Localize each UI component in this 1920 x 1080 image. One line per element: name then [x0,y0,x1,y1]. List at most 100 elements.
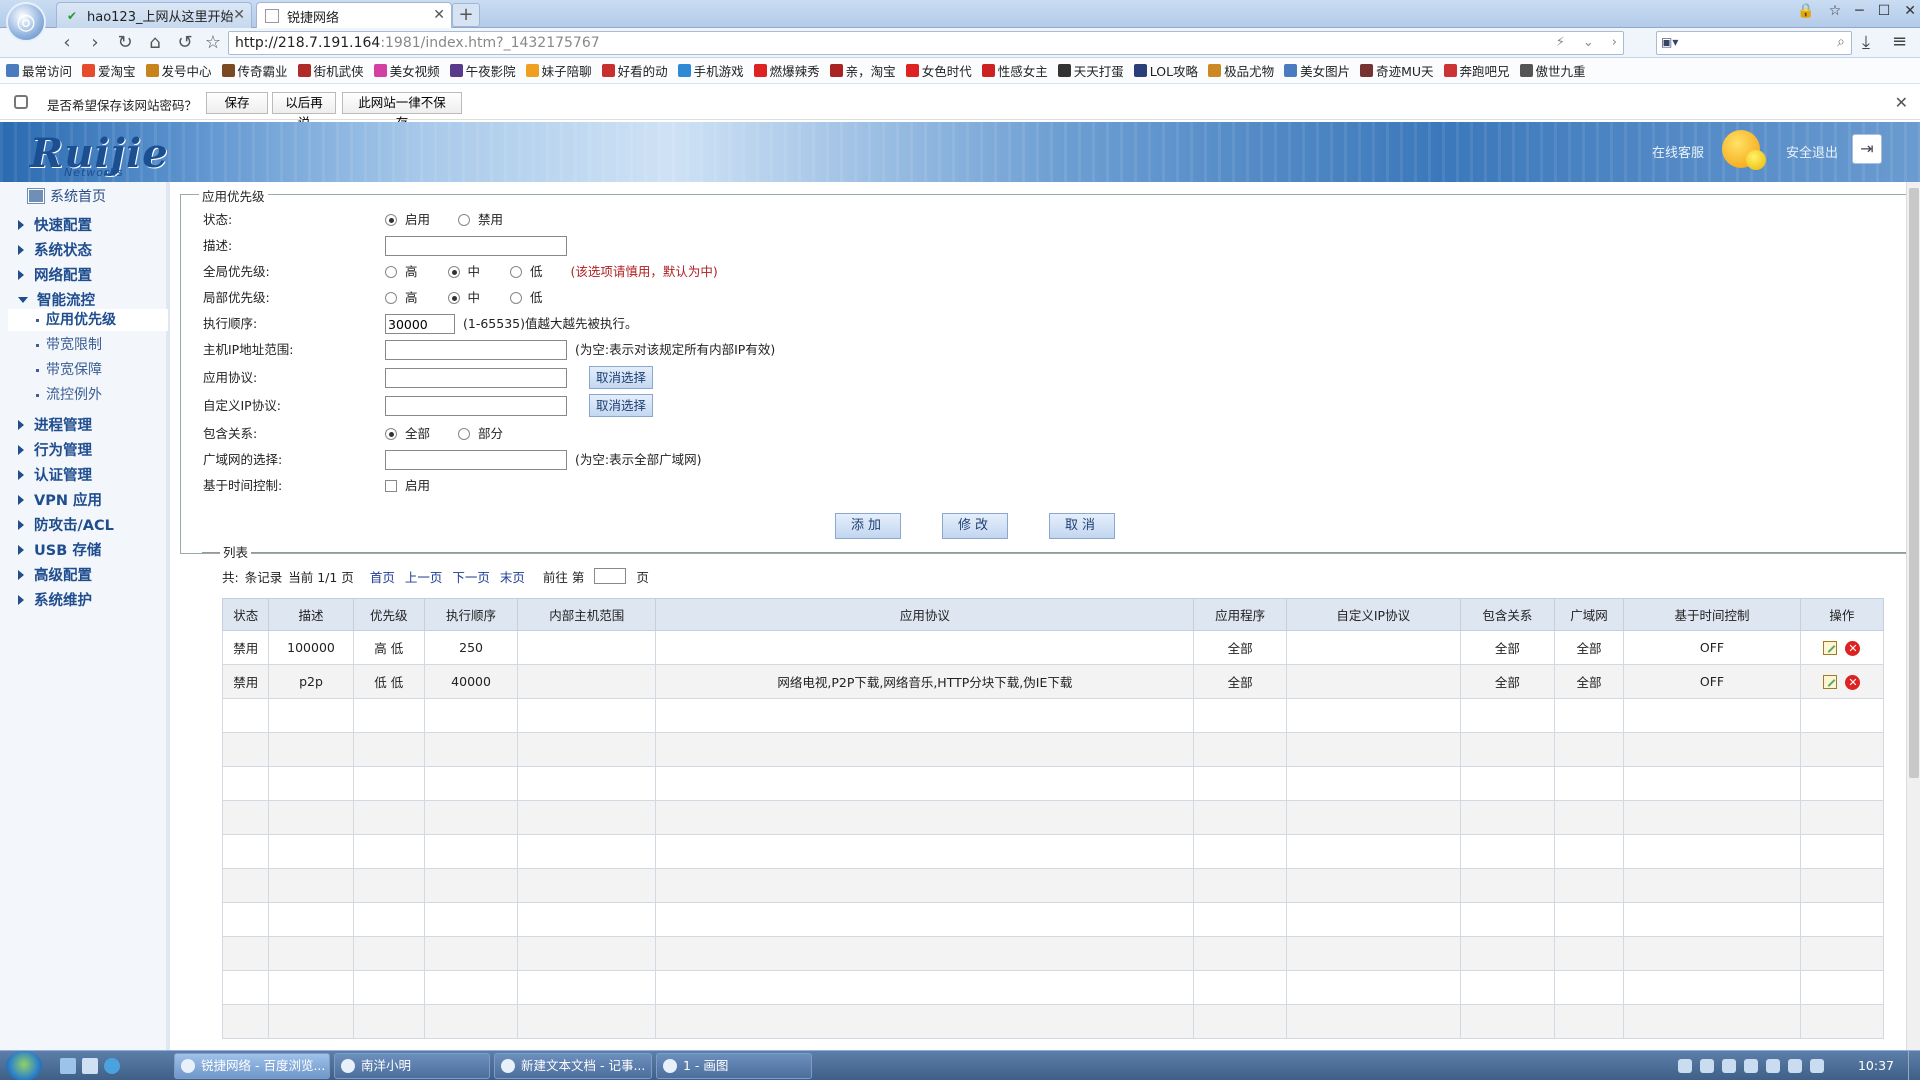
bookmark-item[interactable]: 美女图片 [1284,61,1350,80]
column-header[interactable]: 包含关系 [1459,598,1555,631]
lightning-icon[interactable]: ⚡ [1556,32,1565,54]
bookmark-item[interactable]: 妹子陪聊 [525,61,592,80]
bookmark-item[interactable]: LOL攻略 [1133,61,1198,80]
bookmark-item[interactable]: 奔跑吧兄 [1443,61,1510,80]
bookmark-item[interactable]: 街机武侠 [297,61,364,80]
task-notepad[interactable]: 新建文本文档 - 记事... [494,1053,652,1079]
never-save-button[interactable]: 此网站一律不保存 [342,92,462,130]
pager-first-link[interactable]: 首页 [370,567,395,586]
back-icon[interactable]: ‹ [56,32,78,54]
refresh-icon[interactable]: ↻ [114,32,136,54]
bookmark-item[interactable]: 亲，淘宝 [829,61,896,80]
bookmark-item[interactable]: 燃爆辣秀 [753,61,820,80]
sidebar-subitem-bandwidth-guarantee[interactable]: 带宽保障 [8,359,168,381]
sidebar-home[interactable]: 系统首页 [28,186,106,206]
safe-exit-link[interactable]: 安全退出 [1786,142,1838,161]
add-button[interactable]: 添加 [835,513,901,539]
browser-logo-icon[interactable]: ◎ [6,2,46,42]
bookmark-star-icon[interactable]: ☆ [202,32,224,54]
volume-icon[interactable] [1788,1059,1802,1073]
edit-icon[interactable] [1823,675,1838,689]
security-icon[interactable] [1766,1059,1780,1073]
delete-icon[interactable]: ✕ [1845,674,1861,690]
vertical-scrollbar[interactable] [1906,182,1920,1050]
close-window-icon[interactable]: ✕ [1904,3,1916,19]
smiley-icon[interactable] [1722,130,1766,170]
sidebar-subitem-app-priority[interactable]: 应用优先级 [8,309,168,331]
delete-icon[interactable]: ✕ [1845,640,1861,656]
status-enable-radio[interactable] [385,214,397,226]
sidebar-item-quick-config[interactable]: 快速配置 [18,214,92,235]
go-forward-icon[interactable]: › [1612,32,1617,54]
bookmark-item[interactable]: 发号中心 [145,61,212,80]
column-header[interactable]: 状态 [221,598,270,631]
global-mid-radio[interactable] [447,266,460,278]
column-header[interactable]: 自定义IP协议 [1285,598,1461,631]
search-input[interactable]: ▣▾ ⌕ [1656,31,1852,55]
download-icon[interactable]: ⤓ [1862,32,1870,53]
local-high-radio[interactable] [385,292,397,304]
sidebar-item-smart-flow[interactable]: 智能流控 [18,289,95,310]
minimize-icon[interactable]: ─ [1855,3,1863,19]
bookmark-item[interactable]: 性感女主 [981,61,1048,80]
pager-prev-link[interactable]: 上一页 [405,567,443,586]
tab-hao123[interactable]: ✔ hao123_上网从这里开始 ✕ [56,2,252,28]
desc-input[interactable] [385,236,567,256]
home-icon[interactable]: ⌂ [144,32,166,54]
bookmark-item[interactable]: 奇迹MU天 [1360,61,1434,80]
column-header[interactable]: 内部主机范围 [517,598,657,631]
new-tab-button[interactable]: + [452,3,480,27]
sidebar-item-usb[interactable]: USB 存储 [18,539,101,560]
later-button[interactable]: 以后再说 [272,92,336,130]
column-header[interactable]: 应用程序 [1193,598,1287,631]
status-disable-radio[interactable] [458,214,471,226]
bookmark-item[interactable]: 手机游戏 [677,61,744,80]
bookmark-item[interactable]: 美女视频 [373,61,440,80]
cancel-button[interactable]: 取消 [1049,513,1115,539]
start-button[interactable] [6,1051,42,1080]
bookmark-item[interactable]: 好看的动 [601,61,668,80]
include-part-radio[interactable] [458,428,471,440]
column-header[interactable]: 优先级 [352,598,425,631]
local-mid-radio[interactable] [447,292,460,304]
close-icon[interactable]: ✕ [1895,93,1908,112]
help-icon[interactable] [1700,1059,1714,1073]
online-service-link[interactable]: 在线客服 [1652,142,1704,161]
pager-page-input[interactable] [594,568,627,584]
bookmark-item[interactable]: 午夜影院 [449,61,516,80]
custom-protocol-input[interactable] [385,396,567,416]
task-paint[interactable]: 1 - 画图 [656,1053,812,1079]
bookmark-item[interactable]: 天天打蛋 [1057,61,1124,80]
sidebar-item-vpn[interactable]: VPN 应用 [18,489,102,510]
scrollbar-thumb[interactable] [1909,188,1919,778]
bookmark-item[interactable]: 傲世九重 [1519,61,1586,80]
task-browser[interactable]: 锐捷网络 - 百度浏览... [174,1053,330,1079]
time-control-checkbox[interactable] [385,480,397,492]
sidebar-item-acl[interactable]: 防攻击/ACL [18,514,114,535]
pager-next-link[interactable]: 下一页 [452,567,490,586]
sidebar-item-auth[interactable]: 认证管理 [18,464,92,485]
bookmark-item[interactable]: 爱淘宝 [82,61,136,80]
sidebar-item-system-status[interactable]: 系统状态 [18,239,92,260]
network-icon[interactable] [1722,1059,1736,1073]
skin-icon[interactable]: 🔒 [1797,3,1814,19]
tray-app-icon[interactable] [1744,1059,1758,1073]
bookmark-item[interactable]: 最常访问 [6,61,72,80]
wan-input[interactable] [385,450,567,470]
sidebar-item-advanced[interactable]: 高级配置 [18,564,92,585]
column-header[interactable]: 广域网 [1553,598,1625,631]
ie-icon[interactable] [104,1058,120,1074]
bookmark-item[interactable]: 传奇霸业 [221,61,288,80]
search-icon[interactable]: ⌕ [1837,34,1845,50]
keyboard-icon[interactable] [1678,1059,1692,1073]
close-icon[interactable]: ✕ [233,7,245,23]
include-all-radio[interactable] [385,428,397,440]
host-range-input[interactable] [385,340,567,360]
favorite-icon[interactable]: ☆ [1829,3,1842,19]
save-password-button[interactable]: 保存 [206,92,268,114]
sidebar-item-behavior[interactable]: 行为管理 [18,439,92,460]
local-low-radio[interactable] [510,292,523,304]
close-icon[interactable]: ✕ [433,7,445,23]
task-qq[interactable]: 南洋小明 [334,1053,490,1079]
menu-icon[interactable]: ≡ [1892,31,1907,52]
